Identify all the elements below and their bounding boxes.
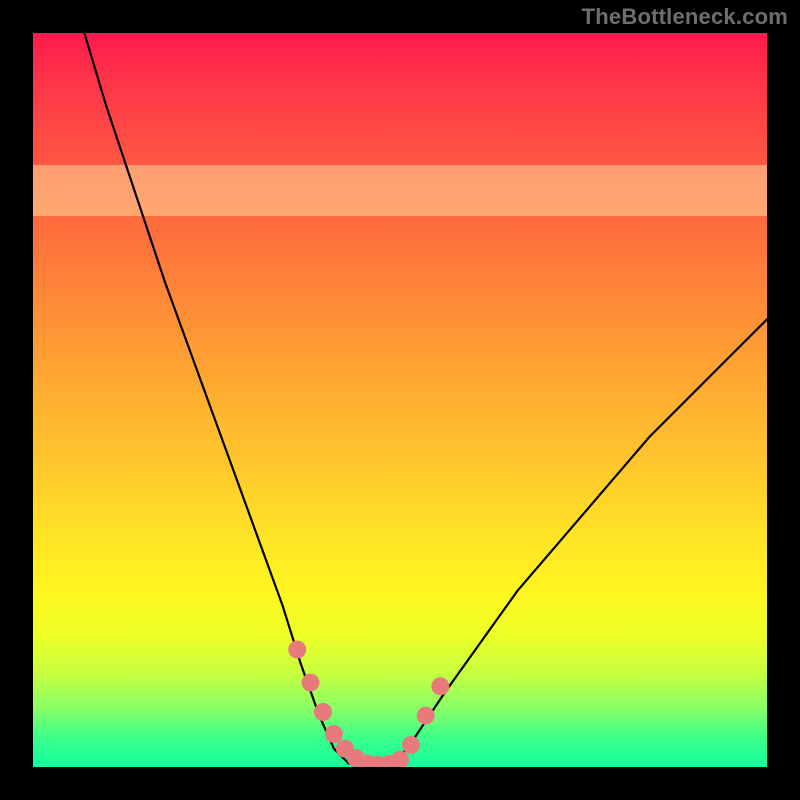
highlight-dot xyxy=(402,736,420,754)
curve-right xyxy=(393,319,767,767)
chart-svg xyxy=(33,33,767,767)
highlight-dot xyxy=(431,677,449,695)
highlight-dot xyxy=(301,674,319,692)
chart-stage: TheBottleneck.com xyxy=(0,0,800,800)
highlight-markers xyxy=(288,641,449,767)
highlight-dot xyxy=(391,751,409,767)
plot-area xyxy=(33,33,767,767)
highlight-dot xyxy=(325,725,343,743)
watermark-text: TheBottleneck.com xyxy=(582,4,788,30)
highlight-dot xyxy=(288,641,306,659)
curve-left xyxy=(84,33,363,767)
highlight-dot xyxy=(314,703,332,721)
highlight-dot xyxy=(417,707,435,725)
